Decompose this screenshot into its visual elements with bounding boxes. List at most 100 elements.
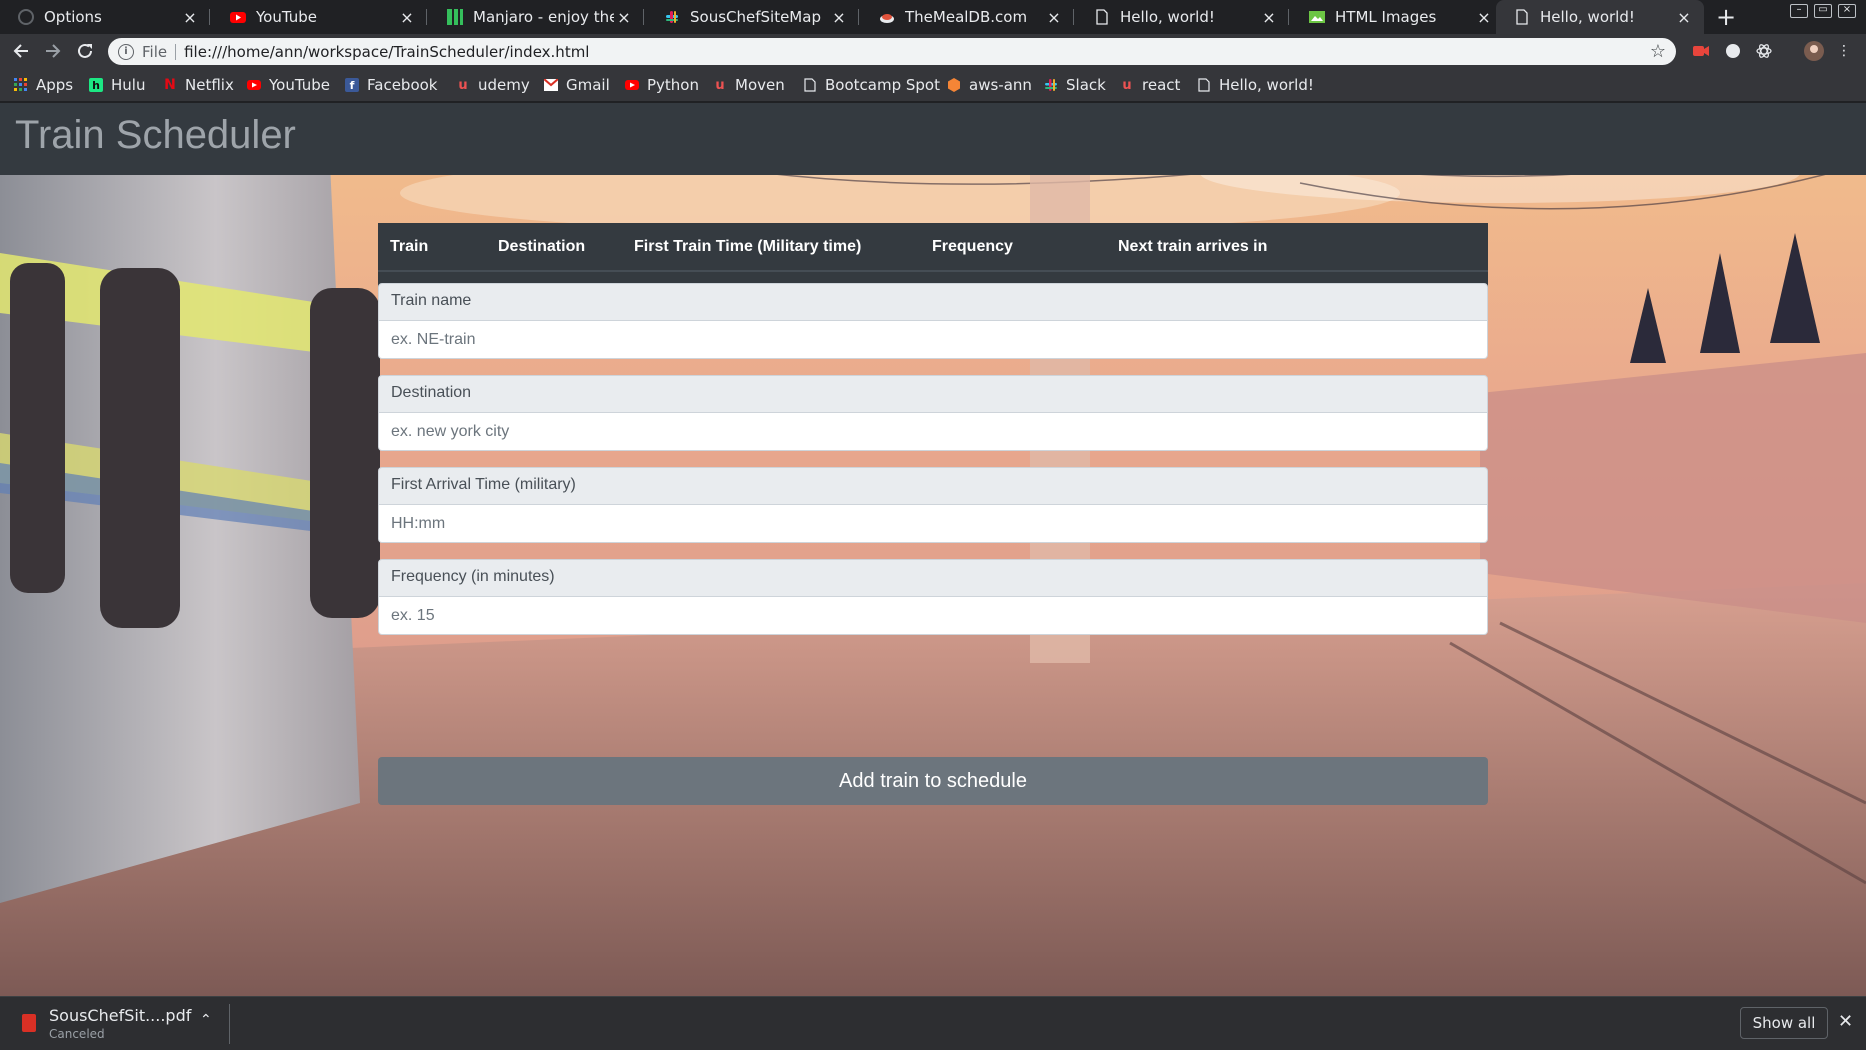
tab-themealdb[interactable]: TheMealDB.com × (861, 0, 1074, 34)
tab-souschefsitemap[interactable]: SousChefSiteMap × (646, 0, 859, 34)
tab-hello-world-active[interactable]: Hello, world! × (1496, 0, 1704, 34)
page-icon (1514, 9, 1530, 25)
extension-react-icon[interactable] (1756, 43, 1772, 59)
bookmark-udemy[interactable]: u udemy (456, 75, 529, 95)
bookmark-youtube[interactable]: YouTube (247, 75, 330, 95)
bookmark-label: Apps (36, 76, 74, 94)
page-icon (1094, 9, 1110, 25)
close-tab-icon[interactable]: × (397, 7, 417, 27)
netflix-icon: N (164, 77, 176, 93)
restore-window-icon[interactable]: ▭ (1814, 4, 1832, 18)
back-arrow-icon[interactable] (9, 39, 33, 63)
extension-record-icon[interactable] (1693, 43, 1709, 59)
frequency-input[interactable] (378, 597, 1488, 635)
udemy-icon: u (715, 77, 725, 93)
page-icon (803, 78, 817, 92)
first-arrival-time-label: First Arrival Time (military) (378, 467, 1488, 505)
bookmark-label: Facebook (367, 76, 438, 94)
tab-separator (1288, 9, 1289, 25)
close-tab-icon[interactable]: × (614, 7, 634, 27)
bookmark-bootcamp-spot[interactable]: Bootcamp Spot (803, 75, 940, 95)
download-shelf: SousChefSit....pdf Canceled ⌃ Show all ✕ (0, 996, 1866, 1050)
frequency-group: Frequency (in minutes) (378, 559, 1488, 635)
bookmark-label: Python (647, 76, 699, 94)
close-tab-icon[interactable]: × (1044, 7, 1064, 27)
destination-group: Destination (378, 375, 1488, 451)
tab-title: Options (44, 8, 102, 26)
bookmark-python[interactable]: Python (625, 75, 699, 95)
bookmark-hulu[interactable]: h Hulu (89, 75, 145, 95)
bookmark-star-icon[interactable]: ☆ (1650, 41, 1666, 62)
browser-menu-icon[interactable]: ⋮ (1836, 43, 1852, 59)
gmail-icon (544, 78, 558, 92)
show-all-downloads-button[interactable]: Show all (1740, 1007, 1828, 1039)
mealdb-icon (879, 9, 895, 25)
close-tab-icon[interactable]: × (829, 7, 849, 27)
minimize-window-icon[interactable]: – (1790, 4, 1808, 18)
download-item[interactable]: SousChefSit....pdf Canceled ⌃ (14, 1004, 230, 1044)
tab-separator (1073, 9, 1074, 25)
address-bar[interactable]: i File file:///home/ann/workspace/TrainS… (108, 38, 1676, 65)
reload-icon[interactable] (73, 39, 97, 63)
bookmark-netflix[interactable]: N Netflix (163, 75, 234, 95)
profile-avatar[interactable] (1804, 41, 1824, 61)
destination-label: Destination (378, 375, 1488, 413)
tab-title: YouTube (256, 8, 317, 26)
close-window-icon[interactable]: × (1838, 4, 1856, 18)
bookmark-facebook[interactable]: f Facebook (345, 75, 437, 95)
column-header-first-train-time: First Train Time (Military time) (622, 223, 920, 272)
tab-manjaro[interactable]: Manjaro - enjoy the s × (429, 0, 644, 34)
tab-separator (426, 9, 427, 25)
bookmark-moven[interactable]: u Moven (713, 75, 784, 95)
bookmark-gmail[interactable]: Gmail (544, 75, 610, 95)
bookmark-apps[interactable]: Apps (14, 75, 73, 95)
bookmark-label: react (1142, 76, 1181, 94)
tab-title: Hello, world! (1120, 8, 1215, 26)
train-name-group: Train name (378, 283, 1488, 359)
column-header-train: Train (378, 223, 486, 272)
bookmark-slack[interactable]: Slack (1044, 75, 1106, 95)
close-tab-icon[interactable]: × (180, 7, 200, 27)
bookmark-label: Gmail (566, 76, 610, 94)
page-icon (1197, 78, 1211, 92)
train-name-input[interactable] (378, 321, 1488, 359)
destination-input[interactable] (378, 413, 1488, 451)
download-status: Canceled (49, 1027, 105, 1041)
youtube-icon (625, 78, 639, 92)
close-shelf-icon[interactable]: ✕ (1838, 1011, 1853, 1032)
close-tab-icon[interactable]: × (1674, 7, 1694, 27)
page-viewport: Train Scheduler Train Destination First … (0, 103, 1866, 996)
bookmarks-bar: Apps h Hulu N Netflix YouTube f Facebook… (0, 68, 1866, 102)
forward-arrow-icon[interactable] (41, 39, 65, 63)
tab-title: Hello, world! (1540, 8, 1635, 26)
bookmark-label: Bootcamp Spot (825, 76, 940, 94)
tab-options[interactable]: Options × (0, 0, 210, 34)
new-tab-button[interactable]: + (1712, 3, 1740, 31)
bookmark-react[interactable]: u react (1120, 75, 1180, 95)
column-header-next-arrival: Next train arrives in (1106, 223, 1488, 272)
site-info-icon[interactable]: i (118, 43, 134, 60)
url-scheme-label: File (142, 42, 168, 61)
chevron-up-icon[interactable]: ⌃ (200, 1012, 212, 1028)
omnibox-divider (175, 43, 177, 60)
slack-icon (664, 9, 680, 25)
tab-title: Manjaro - enjoy the s (473, 8, 614, 26)
bookmark-hello-world[interactable]: Hello, world! (1197, 75, 1314, 95)
close-tab-icon[interactable]: × (1259, 7, 1279, 27)
first-arrival-time-input[interactable] (378, 505, 1488, 543)
tab-youtube[interactable]: YouTube × (212, 0, 427, 34)
bookmark-aws-ann[interactable]: aws-ann (947, 75, 1032, 95)
bookmark-label: Slack (1066, 76, 1106, 94)
url-text[interactable]: file:///home/ann/workspace/TrainSchedule… (184, 43, 589, 61)
close-tab-icon[interactable]: × (1474, 7, 1494, 27)
udemy-icon: u (458, 77, 468, 93)
extension-circle-icon[interactable] (1725, 43, 1741, 59)
tab-hello-world[interactable]: Hello, world! × (1076, 0, 1289, 34)
add-train-button[interactable]: Add train to schedule (378, 757, 1488, 805)
image-icon (1309, 9, 1325, 25)
tab-html-images[interactable]: HTML Images × (1291, 0, 1504, 34)
tab-title: TheMealDB.com (905, 8, 1028, 26)
train-name-label: Train name (378, 283, 1488, 321)
download-file-name: SousChefSit....pdf (49, 1006, 192, 1025)
bookmark-label: Hulu (111, 76, 146, 94)
